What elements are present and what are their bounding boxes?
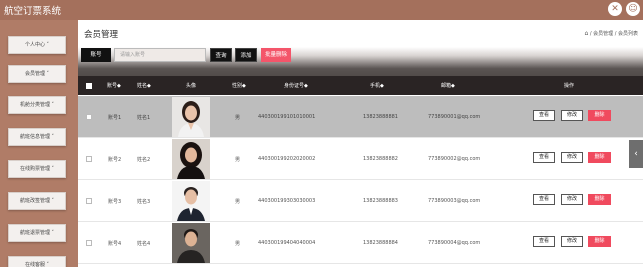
col-account[interactable]: 账号◆ — [107, 82, 121, 89]
sidebar-item-online-ticketing[interactable]: 在线购票管理 ˅ — [8, 160, 66, 178]
row-checkbox[interactable] — [86, 114, 92, 120]
cell-account: 账号2 — [108, 157, 122, 163]
cell-email: 773890003@qq.com — [428, 198, 481, 204]
search-label: 账号 — [81, 48, 111, 62]
cell-name: 姓名3 — [137, 199, 151, 205]
avatar — [172, 139, 210, 179]
col-id-card[interactable]: 身份证号◆ — [284, 82, 308, 89]
sidebar-item-cabin-category[interactable]: 机舱分类管理 ˅ — [8, 96, 66, 114]
cell-id-card: 440300199404040004 — [258, 240, 316, 246]
cell-phone: 13823888883 — [363, 198, 398, 204]
search-input[interactable]: 请输入账号 — [114, 48, 206, 62]
col-name[interactable]: 姓名◆ — [137, 82, 151, 89]
view-button[interactable]: 查看 — [533, 194, 555, 205]
view-button[interactable]: 查看 — [533, 236, 555, 247]
cell-account: 账号1 — [108, 115, 122, 121]
table-row[interactable]: 账号1 姓名1 男 440300199101010001 13823888881… — [78, 96, 643, 138]
row-checkbox[interactable] — [86, 156, 92, 162]
cell-name: 姓名4 — [137, 241, 151, 247]
avatar — [172, 97, 210, 137]
sidebar-item-online-service[interactable]: 在线客服 ˅ — [8, 256, 66, 267]
sidebar-item-member-management[interactable]: 会员管理 ˅ — [8, 65, 66, 83]
col-email[interactable]: 邮箱◆ — [441, 82, 455, 89]
breadcrumb-path: / 会员管理 / 会员列表 — [589, 31, 638, 37]
chevron-left-icon[interactable]: ‹ — [629, 140, 643, 168]
edit-button[interactable]: 修改 — [561, 236, 583, 247]
view-button[interactable]: 查看 — [533, 110, 555, 121]
table-header: 账号◆ 姓名◆ 头像 性别◆ 身份证号◆ 手机◆ 邮箱◆ 操作 — [78, 76, 643, 95]
home-icon[interactable]: ⌂ — [584, 30, 588, 37]
query-button[interactable]: 查询 — [210, 48, 232, 62]
top-bar: 航空订票系统 ✕ ☺ — [0, 0, 643, 20]
batch-delete-button[interactable]: 批量删除 — [261, 48, 291, 62]
sidebar-item-flight-info[interactable]: 航班信息管理 ˅ — [8, 128, 66, 146]
cell-id-card: 440300199303030003 — [258, 198, 316, 204]
col-phone[interactable]: 手机◆ — [370, 82, 384, 89]
page-title: 会员管理 — [84, 30, 119, 40]
cell-phone: 13823888882 — [363, 156, 398, 162]
view-button[interactable]: 查看 — [533, 152, 555, 163]
avatar — [172, 181, 210, 221]
edit-button[interactable]: 修改 — [561, 194, 583, 205]
table-row[interactable]: 账号3 姓名3 男 440300199303030003 13823888883… — [78, 180, 643, 222]
cell-gender: 男 — [235, 115, 241, 121]
cell-account: 账号4 — [108, 241, 122, 247]
row-checkbox[interactable] — [86, 240, 92, 246]
cell-email: 773890002@qq.com — [428, 156, 481, 162]
sidebar-item-personal-center[interactable]: 个人中心 ˅ — [8, 36, 66, 54]
table-row[interactable]: 账号2 姓名2 男 440300199202020002 13823888882… — [78, 138, 643, 180]
cell-gender: 男 — [235, 241, 241, 247]
sidebar-item-flight-change[interactable]: 航班改签管理 ˅ — [8, 192, 66, 210]
col-gender[interactable]: 性别◆ — [232, 82, 246, 89]
app-title: 航空订票系统 — [4, 6, 62, 17]
delete-button[interactable]: 删除 — [588, 152, 611, 163]
sidebar-item-flight-refund[interactable]: 航班退票管理 ˅ — [8, 224, 66, 242]
breadcrumb: ⌂ / 会员管理 / 会员列表 — [584, 30, 638, 37]
user-icon[interactable]: ☺ — [626, 2, 640, 16]
cell-gender: 男 — [235, 157, 241, 163]
edit-button[interactable]: 修改 — [561, 110, 583, 121]
cell-id-card: 440300199202020002 — [258, 156, 316, 162]
row-checkbox[interactable] — [86, 198, 92, 204]
cell-email: 773890004@qq.com — [428, 240, 481, 246]
cell-account: 账号3 — [108, 199, 122, 205]
cell-name: 姓名1 — [137, 115, 151, 121]
tools-icon[interactable]: ✕ — [608, 2, 622, 16]
cell-name: 姓名2 — [137, 157, 151, 163]
main-content: 会员管理 ⌂ / 会员管理 / 会员列表 账号 请输入账号 查询 添加 批量删除… — [78, 20, 643, 267]
select-all-checkbox[interactable] — [86, 83, 92, 89]
delete-button[interactable]: 删除 — [588, 236, 611, 247]
add-button[interactable]: 添加 — [235, 48, 257, 62]
avatar — [172, 223, 210, 263]
col-actions: 操作 — [564, 83, 575, 89]
delete-button[interactable]: 删除 — [588, 110, 611, 121]
cell-phone: 13823888884 — [363, 240, 398, 246]
cell-phone: 13823888881 — [363, 114, 398, 120]
table-row[interactable]: 账号4 姓名4 男 440300199404040004 13823888884… — [78, 222, 643, 264]
cell-email: 773890001@qq.com — [428, 114, 481, 120]
edit-button[interactable]: 修改 — [561, 152, 583, 163]
cell-gender: 男 — [235, 199, 241, 205]
sidebar: 个人中心 ˅ 会员管理 ˅ 机舱分类管理 ˅ 航班信息管理 ˅ 在线购票管理 ˅… — [0, 20, 78, 267]
cell-id-card: 440300199101010001 — [258, 114, 316, 120]
delete-button[interactable]: 删除 — [588, 194, 611, 205]
col-avatar: 头像 — [186, 83, 197, 89]
